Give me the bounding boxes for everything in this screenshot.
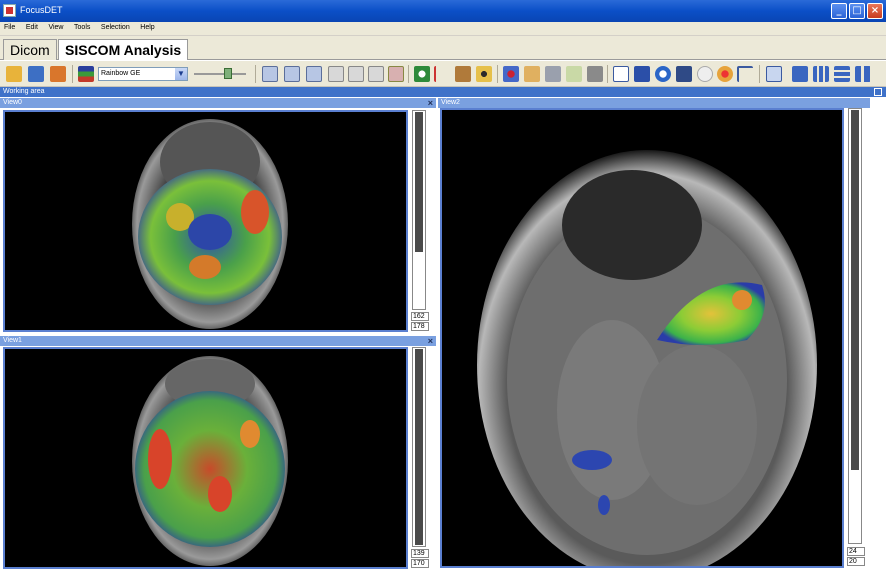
move-icon[interactable] [737, 66, 753, 82]
columns-view-icon[interactable] [813, 66, 829, 82]
menu-selection[interactable]: Selection [97, 22, 134, 31]
view2-value-top: 24 [847, 547, 865, 556]
tab-dicom[interactable]: Dicom [3, 39, 57, 60]
layout-grid-icon[interactable] [262, 66, 278, 82]
mirror-icon[interactable] [368, 66, 384, 82]
tab-siscom-analysis[interactable]: SISCOM Analysis [58, 39, 189, 60]
view1-header: View1 × [0, 336, 436, 346]
circle-icon[interactable] [697, 66, 713, 82]
open-folder-icon[interactable] [6, 66, 22, 82]
lock-icon[interactable] [455, 66, 471, 82]
image-icon[interactable] [566, 66, 582, 82]
hierarchy-icon[interactable] [613, 66, 629, 82]
cross-grid-icon[interactable] [676, 66, 692, 82]
view0-slice-scrollbar[interactable] [412, 110, 426, 310]
view0-header: View0 × [0, 98, 436, 108]
view2-title: View2 [441, 99, 460, 106]
palette-icon[interactable] [717, 66, 733, 82]
maximize-button[interactable]: □ [849, 3, 865, 19]
minimize-button[interactable]: _ [831, 3, 847, 19]
reset-view-icon[interactable] [388, 66, 404, 82]
view0-value-top: 162 [411, 312, 429, 321]
link-icon[interactable] [766, 66, 782, 82]
crosshair-icon[interactable] [434, 66, 450, 82]
export-icon[interactable] [50, 66, 66, 82]
grid-view-icon[interactable] [834, 66, 850, 82]
slider-thumb[interactable] [224, 68, 232, 79]
brain-scan-bottom [132, 356, 288, 566]
toolbar: Rainbow GE ▼ [0, 61, 886, 87]
view1-value-bottom: 170 [411, 559, 429, 568]
rotate-icon[interactable] [348, 66, 364, 82]
lasso-icon[interactable] [587, 66, 603, 82]
view0-title: View0 [3, 99, 22, 106]
threshold-slider[interactable] [194, 68, 246, 79]
title-bar: FocusDET _ □ × [0, 0, 886, 22]
info-icon[interactable] [655, 66, 671, 82]
menu-help[interactable]: Help [136, 22, 158, 31]
layout-split-icon[interactable] [284, 66, 300, 82]
view2-value-bottom: 20 [847, 557, 865, 566]
view2-slice-scrollbar[interactable] [848, 108, 862, 544]
view0-image[interactable] [3, 110, 408, 332]
ruler-icon[interactable] [524, 66, 540, 82]
chevron-down-icon[interactable]: ▼ [175, 68, 187, 80]
menu-tools[interactable]: Tools [70, 22, 94, 31]
two-column-view-icon[interactable] [855, 66, 871, 82]
app-icon [3, 4, 16, 17]
view1-image[interactable] [3, 347, 408, 569]
view1-value-top: 139 [411, 549, 429, 558]
refresh-icon[interactable] [414, 66, 430, 82]
view2-image[interactable] [440, 108, 844, 568]
layout-tree-icon[interactable] [306, 66, 322, 82]
restore-icon[interactable] [874, 88, 882, 96]
working-area-title: Working area [3, 88, 45, 95]
eye-icon[interactable] [476, 66, 492, 82]
view0-close-icon[interactable]: × [428, 98, 433, 108]
brain-scan-large [477, 150, 817, 566]
window-title: FocusDET [20, 5, 63, 15]
close-button[interactable]: × [867, 3, 883, 19]
colormap-select[interactable]: Rainbow GE ▼ [98, 67, 188, 81]
play-icon[interactable] [634, 66, 650, 82]
menu-edit[interactable]: Edit [22, 22, 42, 31]
menu-view[interactable]: View [44, 22, 67, 31]
brain-scan-top [132, 119, 288, 329]
single-view-icon[interactable] [792, 66, 808, 82]
view1-slice-scrollbar[interactable] [412, 347, 426, 547]
view2-header: View2 [438, 98, 870, 108]
colormap-icon [78, 66, 94, 82]
view1-close-icon[interactable]: × [428, 336, 433, 346]
view0-value-bottom: 178 [411, 322, 429, 331]
menu-file[interactable]: File [0, 22, 19, 31]
volume-icon[interactable] [545, 66, 561, 82]
save-icon[interactable] [28, 66, 44, 82]
flip-icon[interactable] [328, 66, 344, 82]
colormap-value: Rainbow GE [101, 70, 141, 77]
target-icon[interactable] [503, 66, 519, 82]
menu-bar: File Edit View Tools Selection Help [0, 22, 886, 36]
working-area-header: Working area [0, 87, 886, 97]
view1-title: View1 [3, 337, 22, 344]
tab-bar: Dicom SISCOM Analysis [0, 36, 886, 60]
